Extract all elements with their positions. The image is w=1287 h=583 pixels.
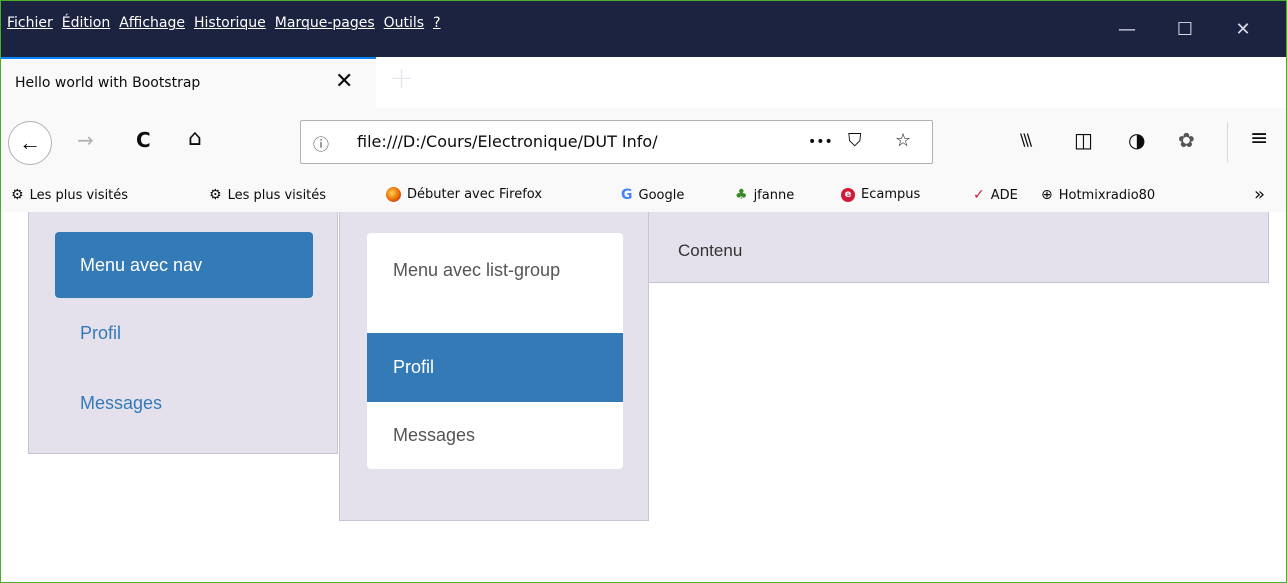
back-button[interactable]: ←: [8, 121, 52, 165]
forward-button[interactable]: →: [77, 128, 94, 152]
menu-aide[interactable]: ?: [433, 15, 440, 31]
reload-button[interactable]: C: [136, 128, 151, 152]
extension-icon[interactable]: ◑: [1128, 128, 1145, 152]
bookmark-star-icon[interactable]: ☆: [895, 130, 911, 151]
url-text[interactable]: file:///D:/Cours/Electronique/DUT Info/: [357, 132, 767, 151]
new-tab-button[interactable]: +: [389, 61, 414, 96]
menu-historique[interactable]: Historique: [194, 15, 266, 31]
minimize-button[interactable]: —: [1098, 13, 1156, 45]
hamburger-menu-icon[interactable]: ≡: [1250, 126, 1268, 151]
close-window-button[interactable]: ✕: [1214, 13, 1272, 45]
window-controls: — ☐ ✕: [1098, 13, 1272, 45]
menu-bar: Fichier Édition Affichage Historique Mar…: [7, 15, 450, 31]
flower-extension-icon[interactable]: ✿: [1178, 128, 1195, 152]
menu-outils[interactable]: Outils: [384, 15, 424, 31]
bookmark-les-plus-visites-2[interactable]: ⚙ Les plus visités: [209, 187, 326, 203]
tab-title: Hello world with Bootstrap: [15, 75, 201, 91]
nav-toolbar: ← → C ⌂ ⓘ file:///D:/Cours/Electronique/…: [1, 108, 1286, 178]
bookmark-ade[interactable]: ✓ ADE: [973, 187, 1018, 203]
tree-icon: ♣: [735, 187, 748, 203]
bookmark-debuter-firefox[interactable]: Débuter avec Firefox: [386, 187, 542, 202]
check-icon: ✓: [973, 187, 985, 203]
globe-icon: ⊕: [1041, 187, 1053, 203]
page-content: Menu avec nav Profil Messages Menu avec …: [1, 212, 1286, 582]
bookmark-ecampus[interactable]: e Ecampus: [841, 187, 920, 202]
sidebar-icon[interactable]: ◫: [1074, 128, 1093, 152]
bookmarks-bar: ⚙ Les plus visités ⚙ Les plus visités Dé…: [1, 178, 1286, 212]
list-group-item-messages[interactable]: Messages: [367, 402, 623, 469]
url-fade: [721, 125, 781, 159]
page-actions-icon[interactable]: •••: [808, 134, 833, 150]
browser-window: Fichier Édition Affichage Historique Mar…: [0, 0, 1287, 583]
menu-marque-pages[interactable]: Marque-pages: [275, 15, 375, 31]
content-label: Contenu: [678, 241, 743, 260]
tab-hello-world[interactable]: Hello world with Bootstrap ✕: [1, 57, 376, 108]
bookmark-hotmixradio80[interactable]: ⊕ Hotmixradio80: [1041, 187, 1155, 203]
nav-link-profil[interactable]: Profil: [80, 323, 121, 344]
ecampus-icon: e: [841, 187, 855, 202]
list-group-item-profil[interactable]: Profil: [367, 333, 623, 402]
list-group: Menu avec list-group Profil Messages: [367, 233, 623, 469]
info-icon[interactable]: ⓘ: [313, 131, 329, 155]
bookmark-jfanne[interactable]: ♣ jfanne: [735, 187, 794, 203]
menu-fichier[interactable]: Fichier: [7, 15, 53, 31]
nav-column: Menu avec nav Profil Messages: [28, 212, 338, 454]
gear-icon: ⚙: [209, 187, 222, 203]
nav-link-messages[interactable]: Messages: [80, 393, 162, 414]
bookmark-google[interactable]: G Google: [621, 187, 684, 203]
library-icon[interactable]: \\\: [1020, 130, 1032, 149]
toolbar-separator: [1227, 122, 1228, 162]
bookmark-les-plus-visites-1[interactable]: ⚙ Les plus visités: [11, 187, 128, 203]
list-group-column: Menu avec list-group Profil Messages: [339, 212, 649, 521]
pocket-icon[interactable]: ⛉: [848, 130, 862, 151]
tab-close-icon[interactable]: ✕: [335, 69, 353, 94]
google-icon: G: [621, 187, 633, 203]
title-bar: Fichier Édition Affichage Historique Mar…: [1, 1, 1286, 57]
maximize-button[interactable]: ☐: [1156, 13, 1214, 45]
firefox-icon: [386, 187, 401, 202]
more-bookmarks-icon[interactable]: »: [1254, 184, 1265, 205]
gear-icon: ⚙: [11, 187, 24, 203]
home-button[interactable]: ⌂: [188, 126, 202, 151]
url-bar[interactable]: ⓘ file:///D:/Cours/Electronique/DUT Info…: [300, 120, 933, 164]
menu-edition[interactable]: Édition: [62, 15, 110, 31]
list-group-item-menu[interactable]: Menu avec list-group: [367, 233, 623, 333]
menu-affichage[interactable]: Affichage: [119, 15, 185, 31]
content-column: Contenu: [648, 212, 1269, 283]
nav-item-menu-avec-nav[interactable]: Menu avec nav: [55, 232, 313, 298]
back-arrow-icon: ←: [19, 130, 41, 155]
